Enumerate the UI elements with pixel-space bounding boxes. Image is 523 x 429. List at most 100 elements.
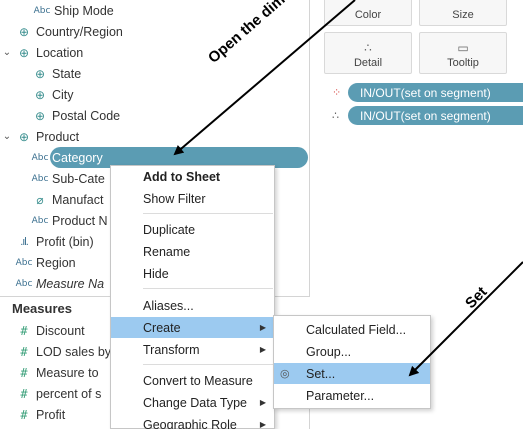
field-measure-names[interactable]: Abc Measure Na bbox=[12, 273, 105, 294]
paperclip-icon: ⌀ bbox=[36, 192, 44, 207]
menu-item-label: Create bbox=[143, 320, 181, 335]
measure-measure-to[interactable]: # Measure to bbox=[12, 362, 99, 383]
globe-icon: ⊕ bbox=[34, 108, 46, 123]
abc-icon: Abc bbox=[31, 215, 49, 226]
menu-item-aliases[interactable]: Aliases... bbox=[111, 295, 274, 316]
detail-dots-icon: ∴ bbox=[364, 41, 372, 55]
field-label: Measure to bbox=[36, 365, 99, 380]
measure-discount[interactable]: # Discount bbox=[12, 320, 85, 341]
abc-icon: Abc bbox=[33, 5, 51, 16]
field-label: Profit bbox=[36, 407, 66, 422]
field-label: Product bbox=[36, 129, 80, 144]
menu-item-add-to-sheet[interactable]: Add to Sheet bbox=[111, 166, 274, 187]
submenu-arrow-icon: ▶ bbox=[259, 323, 266, 332]
submenu-arrow-icon: ▶ bbox=[259, 420, 266, 429]
field-ship-mode[interactable]: Abc Ship Mode bbox=[30, 0, 114, 21]
menu-separator bbox=[143, 213, 273, 214]
field-label: percent of s bbox=[36, 386, 102, 401]
measure-hash-icon: # bbox=[20, 407, 28, 422]
field-manufacturer[interactable]: ⌀ Manufact bbox=[28, 189, 103, 210]
measure-hash-icon: # bbox=[20, 386, 28, 401]
menu-item-label: Set... bbox=[306, 366, 336, 381]
measure-profit[interactable]: # Profit bbox=[12, 404, 65, 425]
mark-button-label: Color bbox=[354, 9, 382, 21]
menu-item-rename[interactable]: Rename bbox=[111, 241, 274, 262]
field-label: Ship Mode bbox=[54, 3, 114, 18]
field-location[interactable]: ⌄ ⊕ Location bbox=[0, 42, 83, 63]
menu-item-transform[interactable]: Transform ▶ bbox=[111, 339, 274, 360]
submenu-arrow-icon: ▶ bbox=[259, 345, 266, 354]
create-submenu: Calculated Field... Group... ◎ Set... Pa… bbox=[273, 315, 431, 409]
field-context-menu: Add to Sheet Show Filter Duplicate Renam… bbox=[110, 165, 275, 429]
color-dots-icon: ⁘ bbox=[332, 87, 342, 99]
detail-dots-icon: ∴ bbox=[332, 110, 339, 122]
menu-item-label: Geographic Role bbox=[143, 417, 237, 429]
collapse-caret-icon[interactable]: ⌄ bbox=[2, 131, 12, 142]
menu-item-group[interactable]: Group... bbox=[274, 341, 430, 362]
tableau-worksheet: Abc Ship Mode ⊕ Country/Region ⌄ ⊕ Locat… bbox=[0, 0, 523, 429]
menu-item-change-data-type[interactable]: Change Data Type ▶ bbox=[111, 392, 274, 413]
collapse-caret-icon[interactable]: ⌄ bbox=[2, 47, 12, 58]
mark-button-label: Detail bbox=[353, 57, 383, 69]
field-label: LOD sales by bbox=[36, 344, 112, 359]
field-product[interactable]: ⌄ ⊕ Product bbox=[0, 126, 79, 147]
mark-button-label: Tooltip bbox=[447, 57, 479, 69]
menu-item-create[interactable]: Create ▶ bbox=[111, 317, 274, 338]
menu-item-geographic-role[interactable]: Geographic Role ▶ bbox=[111, 414, 274, 429]
field-label: Sub-Cate bbox=[52, 171, 105, 186]
bins-icon: .ıl. bbox=[20, 235, 29, 248]
abc-icon: Abc bbox=[31, 152, 49, 163]
measure-hash-icon: # bbox=[20, 344, 28, 359]
menu-item-show-filter[interactable]: Show Filter bbox=[111, 188, 274, 209]
field-label: Product N bbox=[52, 213, 108, 228]
hierarchy-icon: ⊕ bbox=[18, 45, 30, 60]
pill-label: IN/OUT(set on segment) bbox=[360, 85, 491, 100]
tooltip-mark-button[interactable]: ▭ Tooltip bbox=[419, 32, 507, 74]
field-label: Country/Region bbox=[36, 24, 123, 39]
menu-item-label: Transform bbox=[143, 342, 200, 357]
field-category[interactable]: Abc Category bbox=[28, 147, 103, 168]
measure-percent-of[interactable]: # percent of s bbox=[12, 383, 101, 404]
globe-icon: ⊕ bbox=[34, 87, 46, 102]
detail-field-pill[interactable]: IN/OUT(set on segment) bbox=[348, 106, 523, 125]
menu-item-set[interactable]: ◎ Set... bbox=[274, 363, 430, 384]
field-postal-code[interactable]: ⊕ Postal Code bbox=[28, 105, 120, 126]
abc-icon: Abc bbox=[31, 173, 49, 184]
measure-hash-icon: # bbox=[20, 365, 28, 380]
field-sub-category[interactable]: Abc Sub-Cate bbox=[28, 168, 105, 189]
menu-item-convert-to-measure[interactable]: Convert to Measure bbox=[111, 370, 274, 391]
menu-item-parameter[interactable]: Parameter... bbox=[274, 385, 430, 406]
field-label: Postal Code bbox=[52, 108, 121, 123]
field-city[interactable]: ⊕ City bbox=[28, 84, 74, 105]
field-label: Category bbox=[52, 150, 103, 165]
detail-mark-button[interactable]: ∴ Detail bbox=[324, 32, 412, 74]
menu-separator bbox=[143, 364, 273, 365]
menu-item-hide[interactable]: Hide bbox=[111, 263, 274, 284]
tooltip-speech-icon: ▭ bbox=[457, 41, 469, 55]
color-mark-button[interactable]: Color bbox=[324, 0, 412, 26]
field-label: Discount bbox=[36, 323, 85, 338]
field-region[interactable]: Abc Region bbox=[12, 252, 76, 273]
field-state[interactable]: ⊕ State bbox=[28, 63, 81, 84]
set-venn-icon: ◎ bbox=[280, 368, 290, 380]
pill-label: IN/OUT(set on segment) bbox=[360, 108, 491, 123]
field-profit-bin[interactable]: .ıl. Profit (bin) bbox=[12, 231, 93, 252]
field-country-region[interactable]: ⊕ Country/Region bbox=[12, 21, 123, 42]
field-label: Measure Na bbox=[36, 276, 105, 291]
size-mark-button[interactable]: Size bbox=[419, 0, 507, 26]
measure-hash-icon: # bbox=[20, 323, 28, 338]
menu-item-calculated-field[interactable]: Calculated Field... bbox=[274, 319, 430, 340]
abc-icon: Abc bbox=[15, 278, 33, 289]
field-product-name[interactable]: Abc Product N bbox=[28, 210, 108, 231]
color-field-pill[interactable]: IN/OUT(set on segment) bbox=[348, 83, 523, 102]
menu-item-duplicate[interactable]: Duplicate bbox=[111, 219, 274, 240]
mark-button-label: Size bbox=[452, 9, 474, 21]
menu-item-label: Change Data Type bbox=[143, 395, 248, 410]
field-label: State bbox=[52, 66, 82, 81]
field-label: Region bbox=[36, 255, 76, 270]
measure-lod-sales[interactable]: # LOD sales by bbox=[12, 341, 111, 362]
hierarchy-icon: ⊕ bbox=[18, 129, 30, 144]
abc-icon: Abc bbox=[15, 257, 33, 268]
field-label: City bbox=[52, 87, 74, 102]
field-label: Manufact bbox=[52, 192, 104, 207]
